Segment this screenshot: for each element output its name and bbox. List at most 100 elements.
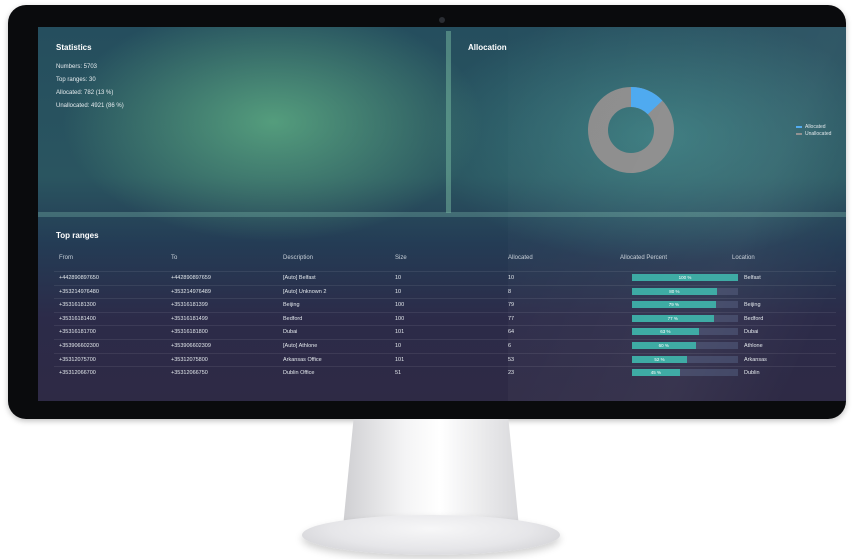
cell-size: 10 — [395, 343, 402, 349]
column-header-description[interactable]: Description — [283, 255, 313, 261]
cell-from: +35312075700 — [59, 356, 96, 363]
allocated-percent-bar: 60 % — [632, 342, 738, 349]
cell-description: Dubai — [283, 329, 298, 336]
top-ranges-title: Top ranges — [56, 231, 99, 240]
table-row[interactable]: +35312066700 +35312066750 Dublin Office 51 2… — [54, 366, 836, 380]
column-header-from[interactable]: From — [59, 255, 73, 261]
allocated-percent-label: 100 % — [678, 275, 692, 280]
panel-divider-horizontal — [38, 212, 846, 217]
cell-description: Beijing — [283, 302, 300, 309]
cell-location: Arkansas — [744, 356, 767, 363]
allocated-percent-label: 63 % — [660, 329, 671, 335]
cell-size: 100 — [395, 302, 405, 309]
cell-description: Bedford — [283, 315, 303, 322]
stat-numbers: Numbers: 5703 — [56, 64, 98, 70]
allocation-donut-chart[interactable] — [585, 84, 677, 176]
monitor-bezel: Statistics Numbers: 5703 Top ranges: 30 … — [8, 5, 846, 419]
cell-location: Athlone — [744, 343, 763, 349]
column-header-to[interactable]: To — [171, 255, 177, 261]
cell-allocated: 79 — [508, 302, 515, 309]
stat-unallocated: Unallocated: 4921 (86 %) — [56, 103, 124, 109]
allocated-percent-label: 45 % — [650, 370, 661, 376]
legend-label-unallocated: Unallocated — [805, 130, 832, 137]
allocated-percent-bar: 45 % — [632, 369, 738, 377]
cell-from: +353214976480 — [59, 288, 99, 295]
monitor-stand-base — [302, 515, 560, 555]
allocated-percent-bar: 77 % — [632, 314, 738, 322]
cell-to: +442890897659 — [171, 275, 211, 281]
allocated-percent-bar: 52 % — [632, 355, 738, 363]
table-row[interactable]: +353906602300 +353906602309 [Auto] Athlone… — [54, 339, 836, 353]
legend-swatch-allocated — [796, 125, 802, 128]
allocated-percent-label: 60 % — [658, 343, 669, 348]
cell-description: [Auto] Athlone — [283, 343, 318, 349]
cell-allocated: 10 — [508, 275, 515, 281]
table-row[interactable]: +35316181300 +35316181399 Beijing 100 79 Beij… — [54, 298, 836, 312]
cell-location: Beijing — [744, 302, 761, 309]
allocated-percent-label: 79 % — [668, 302, 679, 308]
cell-size: 100 — [395, 315, 405, 322]
legend-item-unallocated[interactable]: Unallocated — [796, 130, 831, 137]
allocated-percent-label: 52 % — [654, 356, 665, 362]
cell-to: +353906602309 — [171, 343, 211, 349]
cell-allocated: 23 — [508, 370, 515, 377]
allocated-percent-label: 80 % — [669, 288, 680, 294]
table-row[interactable]: +35316181400 +35316181499 Bedford 100 77 Bedf… — [54, 311, 836, 326]
allocated-percent-bar: 80 % — [632, 287, 738, 295]
table-row[interactable]: +353214976480 +353214976489 [Auto] Unknown… — [54, 284, 836, 299]
allocated-percent-bar: 100 % — [632, 274, 738, 281]
cell-from: +442890897650 — [59, 275, 99, 281]
cell-location: Bedford — [744, 315, 764, 322]
cell-size: 101 — [395, 329, 405, 336]
cell-description: [Auto] Unknown 2 — [283, 288, 327, 295]
cell-size: 51 — [395, 370, 402, 377]
cell-to: +35316181399 — [171, 302, 208, 309]
cell-from: +353906602300 — [59, 343, 99, 349]
cell-description: Dublin Office — [283, 370, 315, 377]
legend-item-allocated[interactable]: Allocated — [796, 123, 831, 130]
stat-top-ranges: Top ranges: 30 — [56, 77, 96, 83]
column-header-allocated[interactable]: Allocated — [508, 255, 533, 261]
cell-to: +35312075800 — [171, 356, 208, 363]
allocation-title: Allocation — [468, 43, 507, 52]
cell-size: 101 — [395, 356, 405, 363]
column-header-location[interactable]: Location — [732, 255, 755, 261]
cell-description: [Auto] Belfast — [283, 275, 316, 281]
table-row[interactable]: +442890897650 +442890897659 [Auto] Belfast… — [54, 271, 836, 285]
table-row[interactable]: +35312075700 +35312075800 Arkansas Office 1… — [54, 352, 836, 367]
allocation-legend: Allocated Unallocated — [796, 123, 831, 137]
cell-location: Dubai — [744, 329, 759, 336]
statistics-title: Statistics — [56, 43, 92, 52]
allocated-percent-bar: 79 % — [632, 301, 738, 309]
cell-from: +35316181400 — [59, 315, 96, 322]
dashboard-screen: Statistics Numbers: 5703 Top ranges: 30 … — [38, 27, 846, 401]
panel-divider-vertical — [446, 31, 451, 213]
cell-allocated: 53 — [508, 356, 515, 363]
cell-from: +35316181300 — [59, 302, 96, 309]
cell-from: +35316181700 — [59, 329, 96, 336]
cell-allocated: 8 — [508, 288, 512, 295]
cell-to: +35312066750 — [171, 370, 208, 377]
allocated-percent-bar: 63 % — [632, 328, 738, 336]
cell-allocated: 77 — [508, 315, 515, 322]
cell-to: +35316181499 — [171, 315, 208, 322]
cell-to: +353214976489 — [171, 288, 211, 295]
cell-allocated: 6 — [508, 343, 512, 349]
cell-location: Dublin — [744, 370, 760, 377]
allocated-percent-label: 77 % — [667, 315, 678, 321]
cell-description: Arkansas Office — [283, 356, 322, 363]
legend-label-allocated: Allocated — [805, 123, 826, 130]
table-row[interactable]: +35316181700 +35316181800 Dubai 101 64 Dubai 6… — [54, 325, 836, 339]
column-header-size[interactable]: Size — [395, 255, 407, 261]
monitor-stand-neck — [343, 419, 519, 527]
cell-to: +35316181800 — [171, 329, 208, 336]
camera-icon — [439, 17, 445, 23]
cell-allocated: 64 — [508, 329, 515, 336]
column-header-allocated-percent[interactable]: Allocated Percent — [620, 255, 667, 261]
cell-location: Belfast — [744, 275, 761, 281]
cell-size: 10 — [395, 275, 402, 281]
cell-from: +35312066700 — [59, 370, 96, 377]
cell-size: 10 — [395, 288, 402, 295]
legend-swatch-unallocated — [796, 132, 802, 135]
stat-allocated: Allocated: 782 (13 %) — [56, 90, 114, 96]
